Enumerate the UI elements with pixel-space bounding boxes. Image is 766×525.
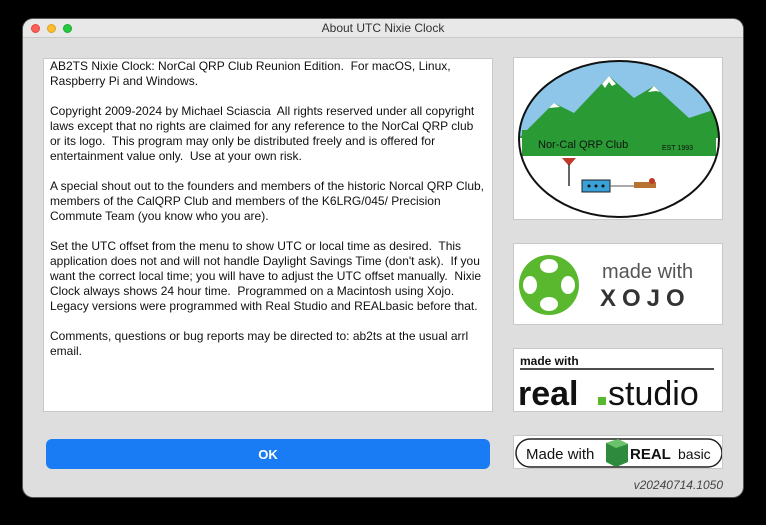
real-studio-made-with-text: made with (520, 354, 579, 368)
realbasic-made-with-text: Made with (526, 446, 594, 463)
minimize-window-button[interactable] (47, 24, 56, 33)
realbasic-brand-real: REAL (630, 446, 671, 463)
version-label: v20240714.1050 (633, 478, 723, 492)
title-bar: About UTC Nixie Clock (23, 19, 743, 38)
ok-button[interactable]: OK (46, 439, 490, 469)
about-dialog: About UTC Nixie Clock AB2TS Nixie Clock:… (23, 19, 743, 497)
xojo-brand-text: XOJO (600, 285, 691, 312)
real-studio-brand-real: real (518, 375, 579, 412)
realbasic-brand-basic: basic (678, 446, 711, 462)
close-window-button[interactable] (31, 24, 40, 33)
made-with-xojo-logo: made with XOJO (513, 243, 723, 325)
made-with-real-studio-logo: made with real studio (513, 348, 723, 412)
about-text-area[interactable]: AB2TS Nixie Clock: NorCal QRP Club Reuni… (43, 58, 493, 412)
window-title: About UTC Nixie Clock (321, 21, 445, 35)
real-studio-brand-studio: studio (608, 375, 699, 412)
norcal-logo-est: EST 1993 (662, 145, 693, 152)
window-controls (31, 24, 72, 33)
xojo-made-with-text: made with (602, 261, 693, 283)
norcal-qrp-club-logo: Nor-Cal QRP Club EST 1993 (513, 57, 723, 220)
made-with-realbasic-logo: Made with REAL basic (513, 435, 723, 469)
norcal-logo-text: Nor-Cal QRP Club (538, 139, 628, 151)
zoom-window-button[interactable] (63, 24, 72, 33)
